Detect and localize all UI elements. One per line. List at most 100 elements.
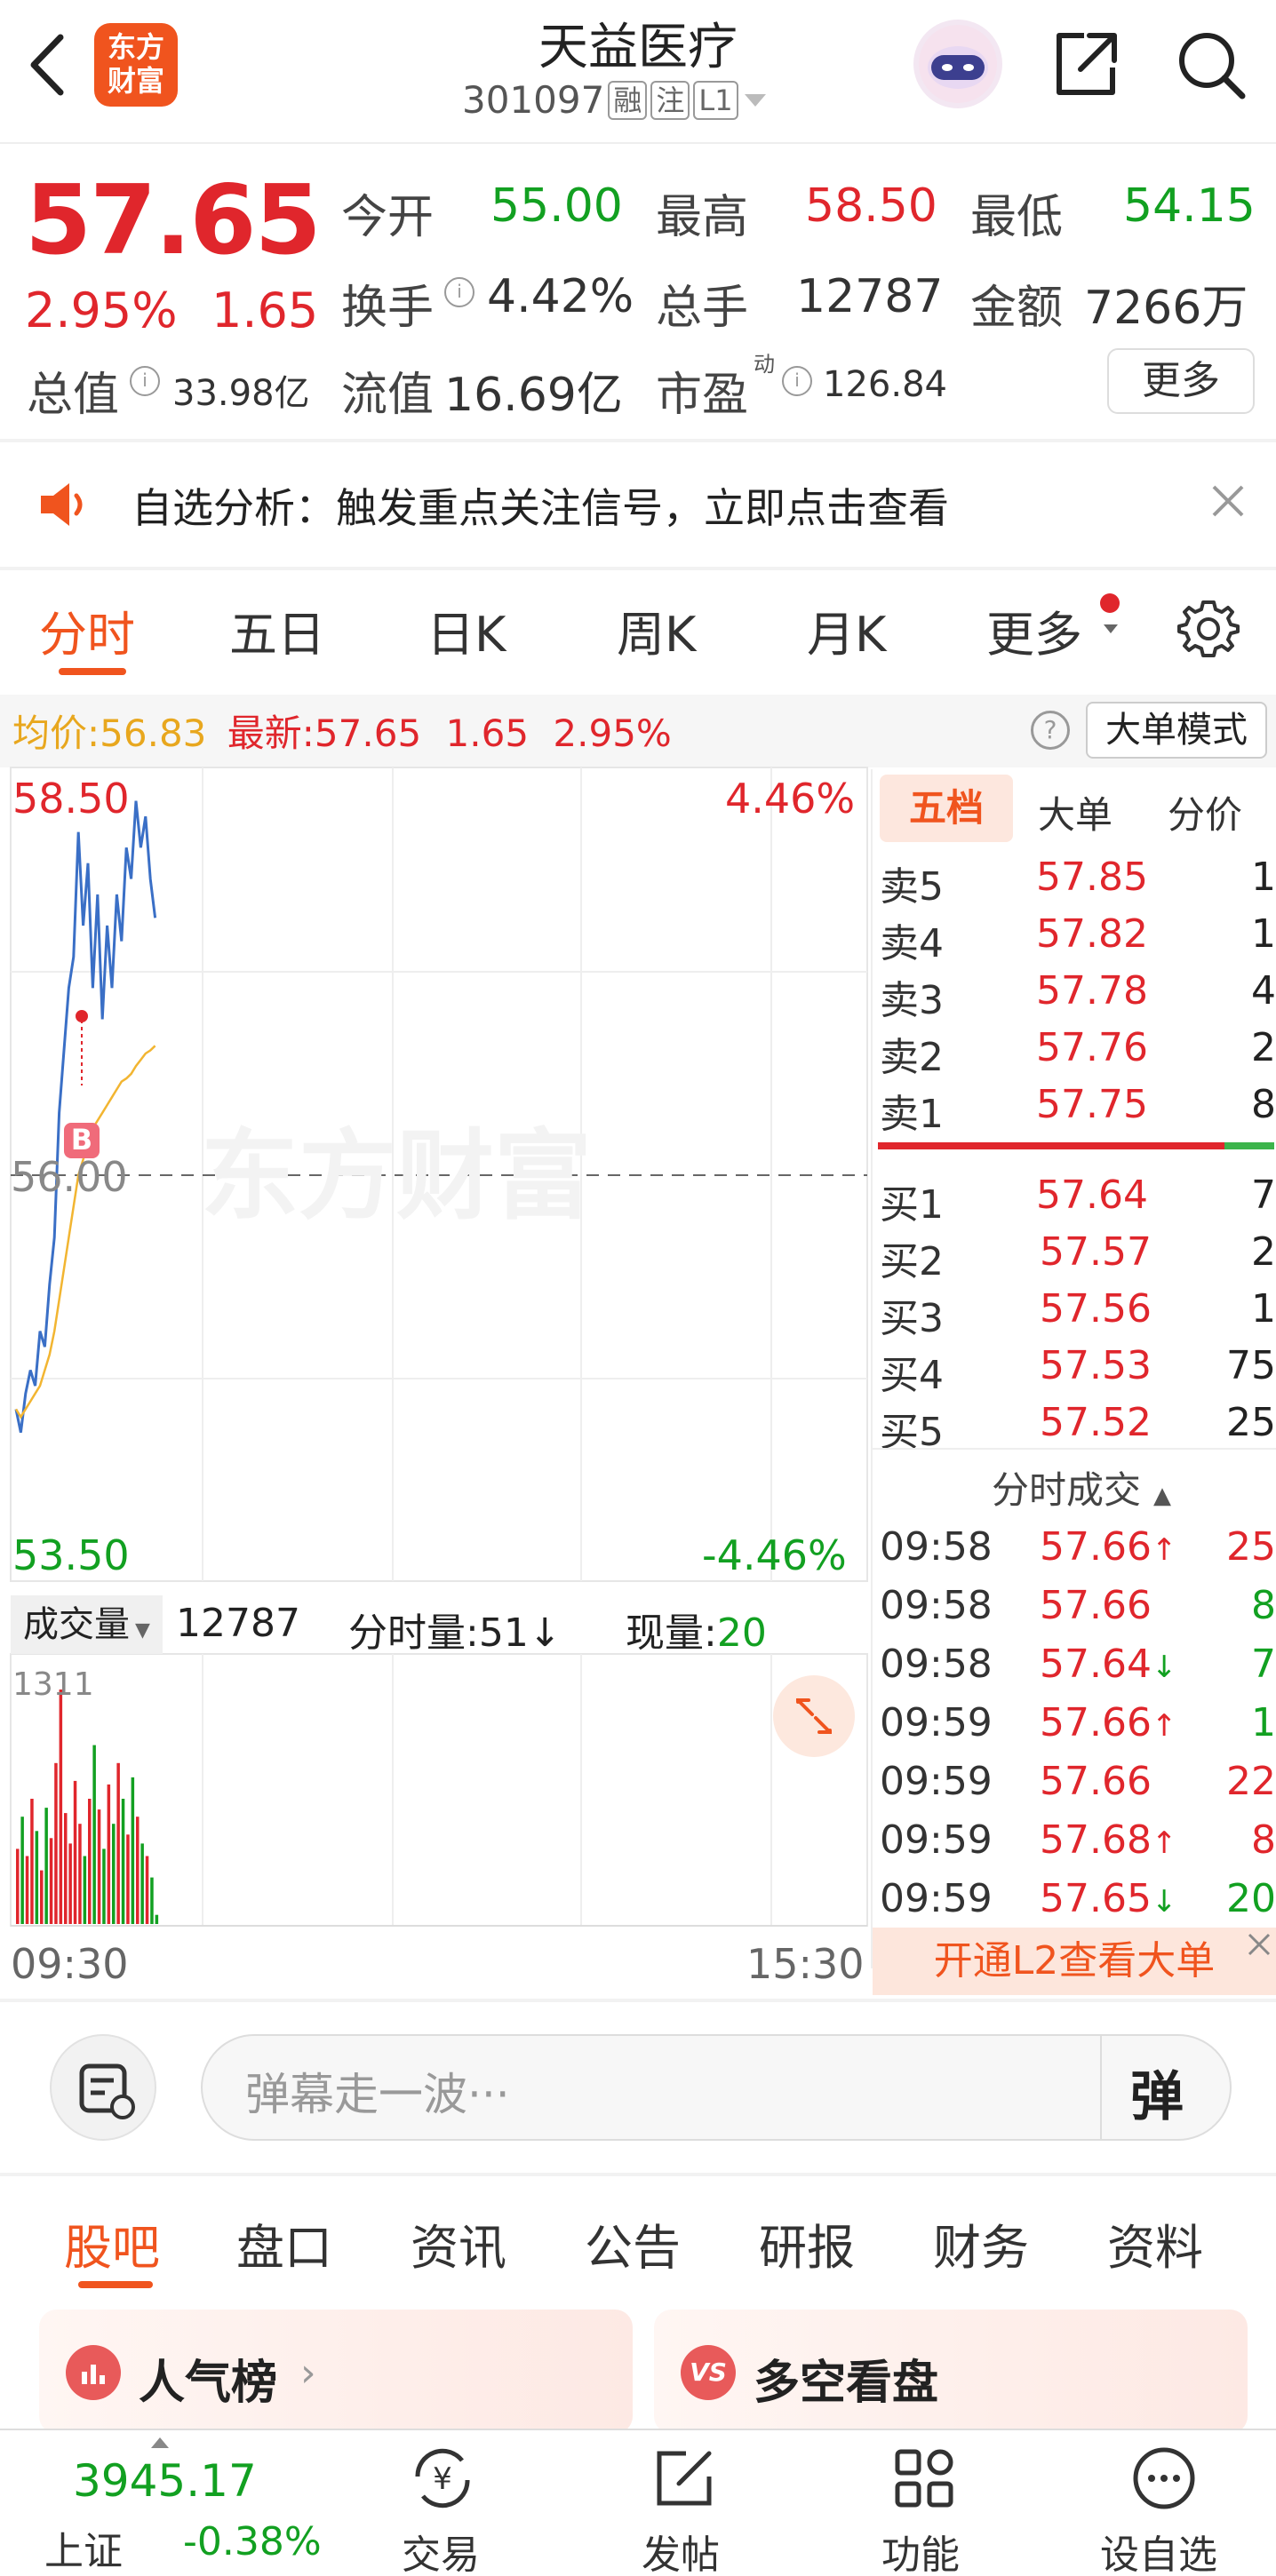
bid-volume: 25	[1226, 1400, 1276, 1445]
intraday-chart[interactable]: 东方财富 B	[0, 766, 871, 2000]
volume-bar	[126, 1834, 130, 1924]
tab-news[interactable]: 资讯	[411, 2208, 506, 2278]
ranking-chart-icon	[66, 2345, 121, 2400]
trade-price: 57.65↓	[1040, 1876, 1176, 1921]
float-mv-label: 流值	[341, 369, 435, 422]
pe-info-icon[interactable]: i	[782, 366, 812, 396]
post-icon[interactable]	[647, 2441, 722, 2519]
pct-axis-bottom: -4.46%	[702, 1531, 847, 1579]
ask-label: 卖5	[880, 864, 944, 910]
trades-title[interactable]: 分时成交 ▲	[992, 1460, 1171, 1515]
ask-volume: 1	[1251, 911, 1276, 957]
trade-icon[interactable]: ¥	[405, 2441, 480, 2519]
index-change[interactable]: -0.38%	[183, 2519, 322, 2564]
ai-assistant-avatar-icon[interactable]	[913, 20, 1002, 108]
tab-profile[interactable]: 资料	[1107, 2208, 1203, 2278]
big-order-mode-button[interactable]: 大单模式	[1086, 702, 1267, 759]
volume-bar	[116, 1762, 120, 1924]
time-axis-end: 15:30	[746, 1940, 865, 1988]
y-axis-bottom: 53.50	[12, 1531, 130, 1579]
share-icon[interactable]	[1049, 27, 1123, 101]
volume-bar	[49, 1838, 53, 1924]
tab-five-levels[interactable]: 五档	[880, 775, 1013, 842]
top-header: 东方财富 天益医疗 301097 融 注 L1	[0, 0, 1276, 142]
danmu-settings-icon[interactable]	[50, 2034, 156, 2141]
volume-bar	[136, 1817, 140, 1924]
stock-code-row[interactable]: 301097 融 注 L1	[462, 78, 769, 122]
trade-price: 57.68↑	[1040, 1817, 1176, 1863]
divider	[1100, 2036, 1102, 2139]
close-l2-banner-icon[interactable]	[1244, 1929, 1274, 1963]
amount-label: 金额	[970, 282, 1064, 335]
trade-volume: 8	[1251, 1583, 1276, 1628]
nav-post-label[interactable]: 发帖	[642, 2523, 720, 2576]
bid-volume: 2	[1251, 1229, 1276, 1275]
send-danmu-button[interactable]: 弹	[1130, 2054, 1184, 2131]
tab-day-k[interactable]: 日K	[427, 595, 506, 665]
trade-volume: 8	[1251, 1817, 1276, 1863]
tab-stock-forum[interactable]: 股吧	[64, 2208, 160, 2278]
low-value: 54.15	[1123, 179, 1256, 233]
tab-more[interactable]: 更多	[986, 595, 1082, 665]
tab-five-day[interactable]: 五日	[229, 595, 325, 665]
nav-functions-label[interactable]: 功能	[881, 2523, 960, 2576]
index-name[interactable]: 上证	[44, 2519, 123, 2576]
bull-bear-card-title: 多空看盘	[754, 2357, 939, 2410]
volume-selector-label: 成交量	[23, 1604, 130, 1645]
tab-market-depth[interactable]: 盘口	[236, 2208, 332, 2278]
turnover-info-icon[interactable]: i	[444, 277, 475, 307]
tab-price-distribution[interactable]: 分价	[1168, 785, 1242, 839]
bull-bear-card[interactable]	[654, 2310, 1248, 2434]
tab-month-k[interactable]: 月K	[807, 595, 886, 665]
l2-upgrade-banner[interactable]: 开通L2查看大单	[873, 1928, 1276, 1995]
ask-price: 57.85	[1036, 855, 1148, 900]
tab-week-k[interactable]: 周K	[617, 595, 696, 665]
trade-up-arrow-icon: ↑	[1151, 1532, 1177, 1568]
tab-financials[interactable]: 财务	[933, 2208, 1029, 2278]
trade-price: 57.66↑	[1040, 1524, 1176, 1570]
volume-minute-label: 分时量:	[348, 1610, 479, 1656]
latest-label: 最新:	[227, 712, 315, 755]
chevron-right-icon: ›	[300, 2350, 316, 2396]
help-icon[interactable]: ?	[1031, 711, 1070, 750]
expand-chart-icon[interactable]	[773, 1675, 855, 1757]
nav-add-watchlist-label[interactable]: 设自选	[1100, 2523, 1217, 2576]
tab-research[interactable]: 研报	[759, 2208, 855, 2278]
volume-bar	[40, 1870, 44, 1924]
vs-icon: VS	[681, 2345, 736, 2400]
margin-tag: 融	[608, 80, 648, 120]
time-axis-start: 09:30	[11, 1940, 129, 1988]
volume-bar	[145, 1856, 149, 1924]
avg-price-row: 均价:56.83 最新:57.65 1.65 2.95%	[12, 704, 672, 758]
settings-gear-icon[interactable]	[1176, 597, 1240, 664]
more-quote-button[interactable]: 更多	[1107, 348, 1255, 414]
registration-tag: 注	[650, 80, 690, 120]
close-notice-icon[interactable]	[1208, 481, 1248, 524]
volume-bar	[155, 1914, 159, 1924]
nav-trade-label[interactable]: 交易	[402, 2523, 480, 2576]
trade-price-value: 57.65	[1040, 1876, 1152, 1921]
tab-announcements[interactable]: 公告	[585, 2208, 681, 2278]
index-up-triangle-icon	[149, 2436, 171, 2453]
turnover-value: 4.42%	[487, 270, 634, 323]
avg-value: 56.83	[100, 712, 207, 755]
open-label: 今开	[341, 191, 435, 244]
high-value: 58.50	[805, 179, 937, 233]
search-icon[interactable]	[1173, 27, 1248, 101]
trade-price: 57.64↓	[1040, 1642, 1176, 1687]
volume-indicator-selector[interactable]: 成交量 ▼	[11, 1595, 163, 1654]
volume-now-label: 现量:	[626, 1610, 717, 1656]
volume-bar	[44, 1808, 48, 1924]
divider	[0, 1999, 1276, 2002]
total-mv-info-icon[interactable]: i	[130, 366, 160, 396]
divider	[0, 142, 1276, 144]
bid-volume: 75	[1226, 1343, 1276, 1388]
tab-big-orders[interactable]: 大单	[1038, 785, 1113, 839]
tab-intraday[interactable]: 分时	[39, 595, 135, 665]
functions-grid-icon[interactable]	[887, 2441, 961, 2519]
add-watchlist-icon[interactable]	[1127, 2441, 1201, 2519]
svg-text:¥: ¥	[433, 2461, 452, 2497]
volume-bar	[150, 1877, 154, 1924]
index-value[interactable]: 3945.17	[73, 2455, 257, 2507]
popularity-card[interactable]	[39, 2310, 633, 2434]
